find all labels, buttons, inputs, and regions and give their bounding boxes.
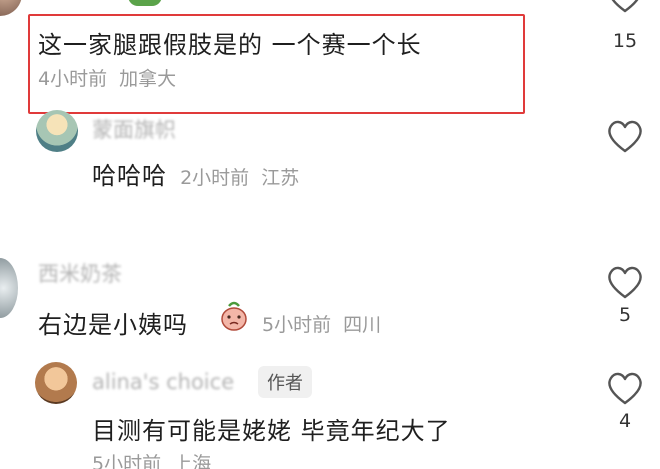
like-count-group: 15 [600, 26, 650, 52]
comment-time: 5小时前 [262, 314, 332, 336]
reply-text: 目测有可能是姥姥 毕竟年纪大了 [92, 417, 451, 445]
author-badge: 作者 [258, 366, 312, 398]
reply-time: 5小时前 [92, 453, 162, 469]
comment-meta: 5小时前 四川 [262, 310, 381, 337]
reply-meta: 5小时前 上海 [92, 449, 211, 469]
username[interactable]: alina's choice [92, 370, 234, 394]
like-count: 5 [618, 304, 632, 326]
comment-time: 4小时前 [38, 68, 108, 90]
comment-location: 四川 [343, 314, 382, 336]
reply-text: 哈哈哈 [92, 162, 167, 190]
reply-time: 2小时前 [180, 167, 250, 189]
like-count: 4 [618, 410, 632, 432]
comment-text: 右边是小姨吗 [38, 311, 188, 339]
like-button[interactable]: 4 [600, 370, 650, 432]
avatar[interactable] [35, 362, 77, 404]
like-button-partial[interactable] [600, 0, 650, 14]
heart-outline-icon [608, 266, 642, 299]
like-button[interactable] [600, 118, 650, 154]
heart-outline-icon [611, 0, 639, 13]
heart-outline-icon [608, 120, 642, 153]
like-count: 15 [612, 30, 638, 52]
reply-meta: 2小时前 江苏 [180, 167, 299, 189]
reply-location: 江苏 [261, 167, 300, 189]
comment-text: 这一家腿跟假肢是的 一个赛一个长 [38, 31, 422, 59]
like-button[interactable]: 5 [600, 264, 650, 326]
heart-outline-icon [608, 372, 642, 405]
comment-meta: 4小时前 加拿大 [38, 64, 176, 91]
comment-location: 加拿大 [119, 68, 177, 90]
reply-line: 哈哈哈 2小时前 江苏 [92, 156, 299, 191]
avatar[interactable] [0, 258, 18, 318]
avatar[interactable] [36, 110, 78, 152]
face-emoji-icon [221, 301, 247, 331]
reply-location: 上海 [173, 453, 212, 469]
username[interactable]: 蒙面旗帜 [92, 114, 176, 144]
username[interactable]: 西米奶茶 [38, 258, 122, 288]
avatar[interactable] [0, 0, 22, 16]
decoration [128, 0, 162, 6]
